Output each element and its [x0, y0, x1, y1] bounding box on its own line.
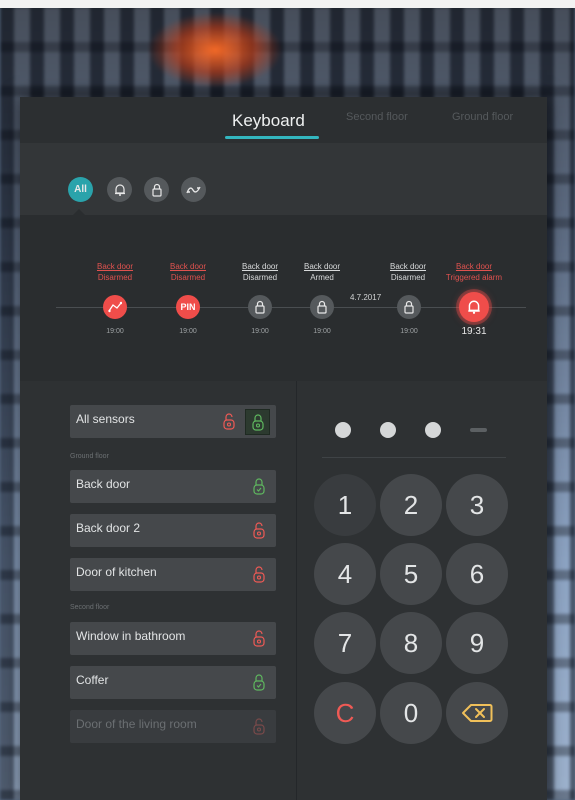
pin-dot-filled: [380, 422, 396, 438]
pin-keypad: 1 2 3 4 5 6 7 8 9 C 0: [297, 381, 547, 800]
alarm-panel: Keyboard Second floor Ground floor All 4…: [20, 97, 547, 800]
motion-wave-icon: [185, 186, 201, 193]
lock-open-icon[interactable]: [252, 629, 266, 647]
event-node[interactable]: [397, 295, 421, 319]
timeline-event[interactable]: Back door Triggered alarm: [434, 262, 514, 282]
sensor-label: Coffer: [76, 673, 109, 687]
sensor-row[interactable]: Back door: [70, 470, 276, 503]
key-6[interactable]: 6: [446, 543, 508, 605]
lock-open-icon[interactable]: [222, 412, 236, 430]
key-1[interactable]: 1: [314, 474, 376, 536]
filter-all-button[interactable]: All: [68, 177, 93, 202]
lock-armed-icon[interactable]: [252, 477, 266, 495]
lock-icon: [255, 300, 265, 314]
event-node[interactable]: [310, 295, 334, 319]
lock-open-icon[interactable]: [252, 521, 266, 539]
lock-icon: [317, 300, 327, 314]
section-label-ground-floor: Ground floor: [70, 453, 109, 460]
timeline-event[interactable]: Back door Disarmed: [75, 262, 155, 282]
event-name: Back door: [96, 262, 134, 271]
pin-dot-empty: [470, 428, 487, 432]
sensor-label: Back door: [76, 477, 131, 491]
tab-keyboard[interactable]: Keyboard: [232, 111, 305, 131]
pin-event-node[interactable]: PIN: [176, 295, 200, 319]
event-time: 19:00: [106, 328, 124, 335]
sensor-row[interactable]: Back door 2: [70, 514, 276, 547]
tab-ground-floor[interactable]: Ground floor: [452, 111, 513, 123]
backspace-button[interactable]: [446, 682, 508, 744]
section-label-second-floor: Second floor: [70, 604, 110, 611]
sensor-label: Door of the living room: [76, 717, 197, 731]
event-status: Armed: [310, 273, 334, 282]
key-8[interactable]: 8: [380, 612, 442, 674]
timeline-event[interactable]: Back door Armed: [282, 262, 362, 282]
lock-icon: [151, 183, 162, 197]
sensor-label: All sensors: [76, 412, 135, 426]
event-name: Back door: [455, 262, 493, 271]
event-node[interactable]: [103, 295, 127, 319]
arm-all-button[interactable]: [245, 409, 270, 435]
tab-bar: Keyboard Second floor Ground floor: [20, 97, 547, 143]
timeline-date: 4.7.2017: [350, 293, 382, 302]
filter-alarm-button[interactable]: [107, 177, 132, 202]
event-time: 19:00: [251, 328, 269, 335]
sensor-row[interactable]: Coffer: [70, 666, 276, 699]
lock-armed-icon[interactable]: [252, 673, 266, 691]
pin-dot-filled: [335, 422, 351, 438]
event-status: Triggered alarm: [445, 273, 503, 282]
sensor-label: Window in bathroom: [76, 629, 186, 643]
lock-armed-icon: [251, 414, 264, 431]
event-time: 19:00: [313, 328, 331, 335]
event-status: Disarmed: [97, 273, 133, 282]
lock-disabled-icon[interactable]: [252, 717, 266, 735]
event-node[interactable]: [248, 295, 272, 319]
sensor-list: All sensors Ground floor Back door Back …: [20, 381, 296, 800]
event-time: 19:00: [400, 328, 418, 335]
sensor-row[interactable]: Door of kitchen: [70, 558, 276, 591]
key-5[interactable]: 5: [380, 543, 442, 605]
event-timeline: 4.7.2017 Back door Disarmed 19:00 Back d…: [20, 215, 547, 381]
key-2[interactable]: 2: [380, 474, 442, 536]
event-time: 19:31: [461, 326, 487, 337]
tab-second-floor[interactable]: Second floor: [346, 111, 408, 123]
timeline-event[interactable]: Back door Disarmed: [148, 262, 228, 282]
top-edge: [0, 0, 575, 8]
clear-button[interactable]: C: [314, 682, 376, 744]
sensor-row[interactable]: Door of the living room: [70, 710, 276, 743]
key-9[interactable]: 9: [446, 612, 508, 674]
sensor-label: Back door 2: [76, 521, 141, 535]
event-name: Back door: [169, 262, 207, 271]
alarm-bell-icon: [468, 300, 480, 314]
alarm-event-node[interactable]: [459, 292, 489, 322]
all-sensors-row[interactable]: All sensors: [70, 405, 276, 438]
alarm-bell-icon: [114, 183, 125, 196]
sensor-label: Door of kitchen: [76, 565, 157, 579]
pin-label: PIN: [180, 302, 196, 312]
key-4[interactable]: 4: [314, 543, 376, 605]
filter-motion-button[interactable]: [181, 177, 206, 202]
key-3[interactable]: 3: [446, 474, 508, 536]
event-name: Back door: [303, 262, 341, 271]
key-7[interactable]: 7: [314, 612, 376, 674]
lock-open-icon[interactable]: [252, 565, 266, 583]
sensor-row[interactable]: Window in bathroom: [70, 622, 276, 655]
backspace-icon: [462, 704, 493, 722]
lock-icon: [404, 300, 414, 314]
filter-bar: All: [20, 143, 547, 215]
event-status: Disarmed: [170, 273, 206, 282]
pin-divider: [322, 457, 506, 458]
key-0[interactable]: 0: [380, 682, 442, 744]
filter-all-label: All: [74, 184, 87, 195]
active-tab-indicator: [225, 136, 319, 139]
filter-lock-button[interactable]: [144, 177, 169, 202]
pin-dot-filled: [425, 422, 441, 438]
event-time: 19:00: [179, 328, 197, 335]
motion-sensor-icon: [108, 301, 122, 313]
